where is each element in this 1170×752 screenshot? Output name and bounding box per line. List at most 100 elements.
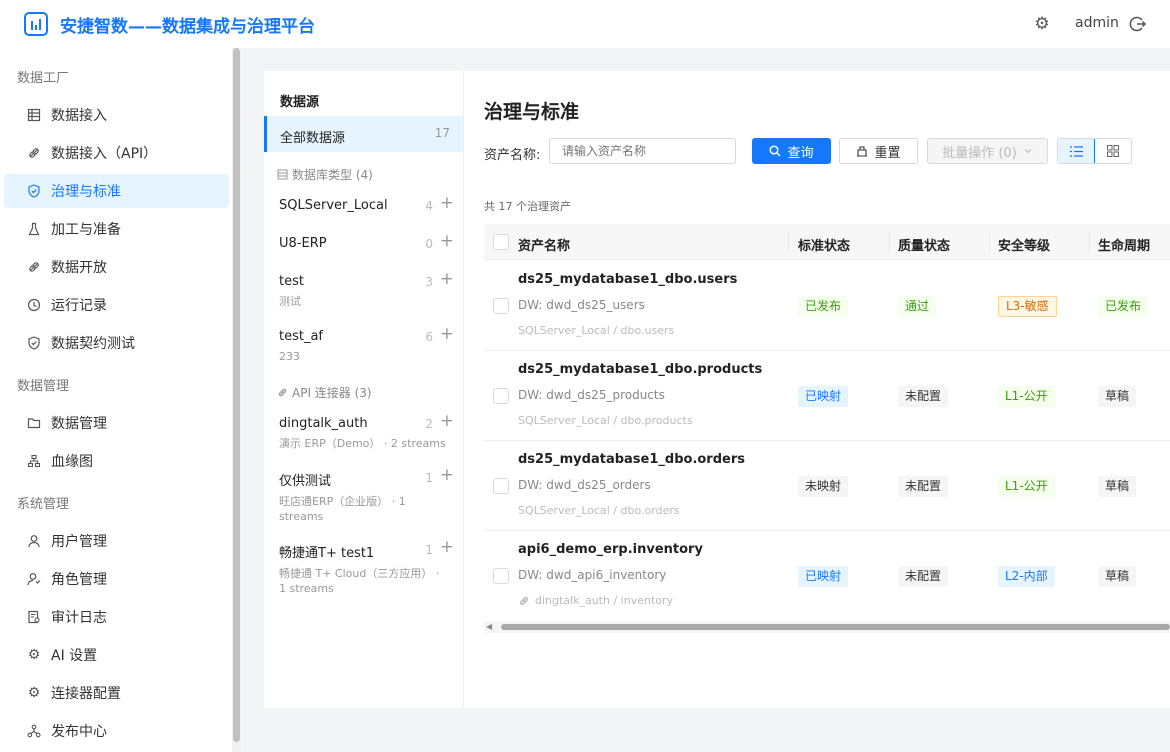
sidebar-item-audit-log[interactable]: 审计日志 [4, 600, 229, 634]
scroll-left-icon[interactable]: ◀ [486, 622, 492, 631]
column-divider [788, 232, 789, 252]
scrollbar-thumb[interactable] [501, 624, 1170, 630]
logo-icon [24, 12, 48, 36]
asset-name-input[interactable] [549, 138, 736, 164]
search-button[interactable]: 查询 [752, 138, 831, 164]
column-header: 生命周期 [1098, 239, 1151, 254]
sidebar-item-data-open[interactable]: 数据开放 [4, 250, 229, 284]
datasource-item[interactable]: test 测试 3 + [279, 271, 454, 309]
add-icon[interactable]: + [440, 413, 454, 430]
scrollbar-thumb[interactable] [233, 48, 240, 742]
asset-name: ds25_mydatabase1_dbo.users [518, 272, 738, 287]
column-divider [1089, 232, 1090, 252]
gear-icon: ⚙ [27, 647, 41, 663]
sidebar-item-run-log[interactable]: 运行记录 [4, 288, 229, 322]
folder-icon [27, 416, 41, 430]
connector-item[interactable]: 畅捷通T+ test1 畅捷通 T+ Cloud（三方应用） · 1 strea… [279, 539, 454, 596]
add-icon[interactable]: + [440, 233, 454, 250]
datasource-all[interactable]: 全部数据源 17 [264, 116, 463, 152]
asset-name: api6_demo_erp.inventory [518, 542, 703, 557]
view-toggle[interactable] [1057, 138, 1132, 164]
sidebar-item-data-ingest[interactable]: 数据接入 [4, 98, 229, 132]
column-divider [889, 232, 890, 252]
standard-status-badge: 未映射 [798, 476, 849, 497]
sidebar-item-connector-config[interactable]: ⚙ 连接器配置 [4, 676, 229, 710]
table-row[interactable]: ds25_mydatabase1_dbo.orders DW: dwd_ds25… [484, 441, 1170, 531]
lifecycle-badge: 草稿 [1098, 386, 1137, 407]
datasource-item[interactable]: test_af 233 6 + [279, 326, 454, 364]
search-icon [769, 145, 782, 157]
sidebar-item-users[interactable]: 用户管理 [4, 524, 229, 558]
user-name[interactable]: admin [1075, 15, 1119, 31]
list-view-icon[interactable] [1058, 139, 1095, 163]
sidebar-item-roles[interactable]: 角色管理 [4, 562, 229, 596]
asset-dw: DW: dwd_ds25_orders [518, 478, 651, 492]
grid-view-icon[interactable] [1095, 139, 1131, 163]
sidebar-item-contract-test[interactable]: 数据契约测试 [4, 326, 229, 360]
plug-icon [519, 596, 529, 605]
api-connector-section: API 连接器 (3) [277, 384, 372, 401]
settings-gear-icon[interactable]: ⚙ [1033, 15, 1051, 33]
add-icon[interactable]: + [440, 467, 454, 484]
asset-source: SQLServer_Local / dbo.products [518, 414, 693, 427]
sidebar-scrollbar[interactable] [232, 48, 241, 752]
row-checkbox[interactable] [493, 568, 509, 584]
sidebar-item-ai-settings[interactable]: ⚙ AI 设置 [4, 638, 229, 672]
sidebar-group-label: 数据工厂 [17, 71, 70, 86]
row-checkbox[interactable] [493, 478, 509, 494]
asset-source: SQLServer_Local / dbo.orders [518, 504, 680, 517]
row-checkbox[interactable] [493, 388, 509, 404]
sitemap-icon [27, 454, 41, 468]
top-header: 安捷智数——数据集成与治理平台 ⚙ admin [0, 0, 1170, 48]
datasource-item[interactable]: U8-ERP 0 + [279, 233, 454, 252]
sidebar-item-governance[interactable]: 治理与标准 [4, 174, 229, 208]
quality-status-badge: 未配置 [898, 386, 949, 407]
lifecycle-badge: 已发布 [1098, 296, 1149, 317]
asset-name: ds25_mydatabase1_dbo.products [518, 362, 763, 377]
flask-icon [27, 222, 41, 236]
quality-status-badge: 通过 [898, 296, 937, 317]
sidebar: 数据工厂 数据接入 数据接入（API） 治理与标准 加工与准备 数据开放 运行记… [0, 48, 232, 752]
sidebar-item-lineage[interactable]: 血缘图 [4, 444, 229, 478]
filter-label: 资产名称: [484, 148, 541, 163]
table-icon [27, 108, 41, 122]
app-title: 安捷智数——数据集成与治理平台 [60, 17, 315, 37]
table-horizontal-scrollbar[interactable]: ◀ [484, 621, 1170, 633]
clock-icon [27, 298, 41, 312]
publish-icon [27, 724, 41, 738]
plug-icon [27, 260, 41, 274]
asset-dw: DW: dwd_ds25_users [518, 298, 645, 312]
select-all-checkbox[interactable] [493, 234, 509, 250]
connector-item[interactable]: 仅供测试 旺店通ERP（企业版） · 1 streams 1 + [279, 467, 454, 524]
datasource-title: 数据源 [280, 95, 320, 110]
add-icon[interactable]: + [440, 326, 454, 343]
column-header: 安全等级 [998, 239, 1051, 254]
batch-operation-button[interactable]: 批量操作 (0) [927, 138, 1048, 164]
reset-button[interactable]: 重置 [839, 138, 918, 164]
security-level-badge: L1-公开 [998, 476, 1055, 497]
table-row[interactable]: ds25_mydatabase1_dbo.users DW: dwd_ds25_… [484, 261, 1170, 351]
quality-status-badge: 未配置 [898, 476, 949, 497]
security-level-badge: L1-公开 [998, 386, 1055, 407]
add-icon[interactable]: + [440, 539, 454, 556]
asset-dw: DW: dwd_ds25_products [518, 388, 665, 402]
table-row[interactable]: api6_demo_erp.inventory DW: dwd_api6_inv… [484, 531, 1170, 621]
datasource-panel: 数据源 全部数据源 17 数据库类型 (4) SQLServer_Local 4… [264, 71, 464, 708]
sidebar-item-publish-center[interactable]: 发布中心 [4, 714, 229, 748]
chevron-down-icon [1024, 149, 1032, 154]
main-panel: 数据源 全部数据源 17 数据库类型 (4) SQLServer_Local 4… [264, 71, 1170, 708]
table-header: 资产名称 标准状态 质量状态 安全等级 生命周期 [484, 224, 1170, 260]
datasource-item[interactable]: SQLServer_Local 4 + [279, 195, 454, 214]
security-level-badge: L2-内部 [998, 566, 1055, 587]
logout-icon[interactable] [1129, 15, 1147, 33]
table-row[interactable]: ds25_mydatabase1_dbo.products DW: dwd_ds… [484, 351, 1170, 441]
add-icon[interactable]: + [440, 271, 454, 288]
plug-icon [27, 146, 41, 160]
connector-item[interactable]: dingtalk_auth 演示 ERP（Demo） · 2 streams 2… [279, 413, 454, 451]
sidebar-item-data-management[interactable]: 数据管理 [4, 406, 229, 440]
row-checkbox[interactable] [493, 298, 509, 314]
sidebar-item-processing[interactable]: 加工与准备 [4, 212, 229, 246]
sidebar-item-data-ingest-api[interactable]: 数据接入（API） [4, 136, 229, 170]
shield-check-icon [27, 184, 41, 198]
add-icon[interactable]: + [440, 195, 454, 212]
